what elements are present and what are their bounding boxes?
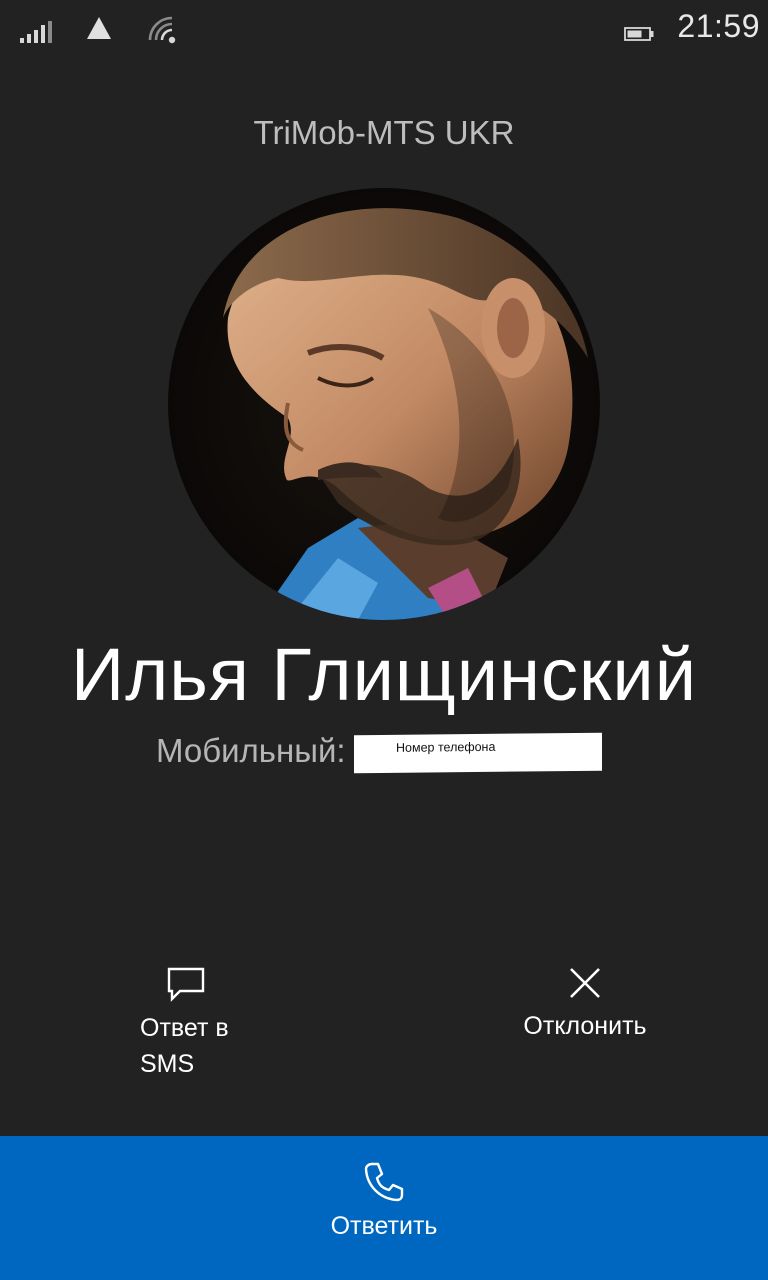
number-redaction-box: Номер телефона (354, 732, 602, 774)
clock: 21:59 (677, 8, 760, 44)
reply-sms-label: Ответ в SMS (140, 1014, 229, 1078)
carrier-name: TriMob-MTS UKR (253, 114, 515, 151)
caller-name: Илья Глищинский (70, 633, 698, 716)
phone-number: Номер телефона (396, 739, 496, 755)
data-connection-icon (87, 17, 111, 39)
battery-icon (624, 27, 654, 41)
message-icon (167, 967, 205, 1002)
number-type-label: Мобильный: (156, 732, 346, 769)
phone-icon (364, 1162, 404, 1202)
answer-button[interactable]: Ответить (0, 1136, 768, 1280)
decline-button[interactable]: Отклонить (510, 966, 660, 1044)
answer-label: Ответить (330, 1212, 438, 1240)
caller-avatar (168, 188, 600, 620)
close-icon (570, 968, 600, 998)
wifi-icon (148, 16, 176, 44)
decline-label: Отклонить (523, 1012, 647, 1040)
reply-sms-button[interactable]: Ответ в SMS (140, 966, 280, 1082)
signal-strength-icon (20, 21, 52, 43)
status-bar: 21:59 (0, 0, 768, 60)
caller-photo (168, 188, 600, 620)
